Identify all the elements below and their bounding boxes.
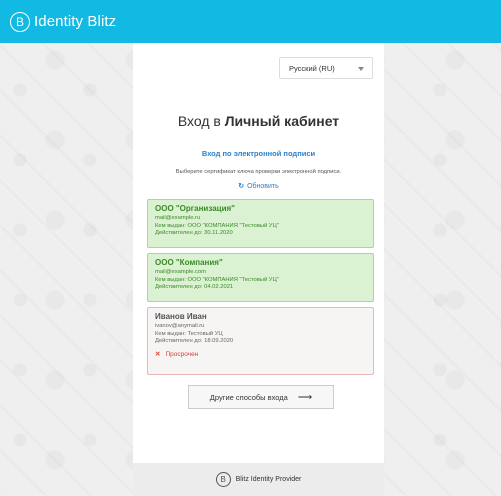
other-login-methods-button[interactable]: Другие способы входа ⟶ <box>188 385 334 409</box>
chevron-down-icon <box>358 67 364 71</box>
arrow-right-icon: ⟶ <box>297 391 313 403</box>
page-title: Вход в Личный кабинет <box>133 113 384 129</box>
language-select[interactable]: Русский (RU) <box>279 57 373 79</box>
certificate-hint: Выберите сертификат ключа проверки элект… <box>175 169 342 175</box>
certificate-card[interactable]: ООО "Компания" mail@example.com Кем выда… <box>147 253 374 302</box>
certificate-valid-until: Действителен до: 04.02.2021 <box>155 284 234 291</box>
certificate-card[interactable]: ООО "Организация" mail@example.ru Кем вы… <box>147 199 374 248</box>
certificate-email: mail@example.ru <box>155 215 201 221</box>
certificate-name: ООО "Компания" <box>155 258 223 267</box>
brand-logo-icon: B <box>10 11 30 32</box>
close-icon: ✕ <box>155 350 161 358</box>
refresh-button[interactable]: ↻ Обновить <box>133 182 384 190</box>
login-panel: Русский (RU) Вход в Личный кабинет Вход … <box>133 43 384 496</box>
other-login-methods-label: Другие способы входа <box>209 392 288 402</box>
status-badge: ✕ Просрочен <box>155 350 366 358</box>
certificate-email: mail@example.com <box>155 269 206 275</box>
provider-logo-icon: B <box>215 472 231 487</box>
title-bold: Личный кабинет <box>224 113 340 129</box>
certificate-card-expired[interactable]: Иванов Иван ivanov@anymail.ru Кем выдан:… <box>147 307 374 375</box>
refresh-label: Обновить <box>247 183 279 190</box>
footer-label: Blitz Identity Provider <box>235 476 302 483</box>
certificate-valid-until: Действителен до: 30.11.2020 <box>155 230 233 237</box>
title-prefix: Вход в <box>177 113 225 129</box>
certificate-name: ООО "Организация" <box>155 204 235 213</box>
certificate-email: ivanov@anymail.ru <box>155 323 205 329</box>
top-bar: B Identity Blitz <box>0 0 501 43</box>
language-selected-value: Русский (RU) <box>289 63 335 73</box>
signature-login-link[interactable]: Вход по электронной подписи <box>133 149 384 158</box>
certificate-valid-until: Действителен до: 18.09.2020 <box>155 338 234 345</box>
footer: B Blitz Identity Provider <box>133 463 384 496</box>
certificate-name: Иванов Иван <box>155 312 207 321</box>
brand-name: Identity Blitz <box>34 13 117 30</box>
refresh-icon: ↻ <box>238 183 245 190</box>
status-label: Просрочен <box>165 350 199 358</box>
